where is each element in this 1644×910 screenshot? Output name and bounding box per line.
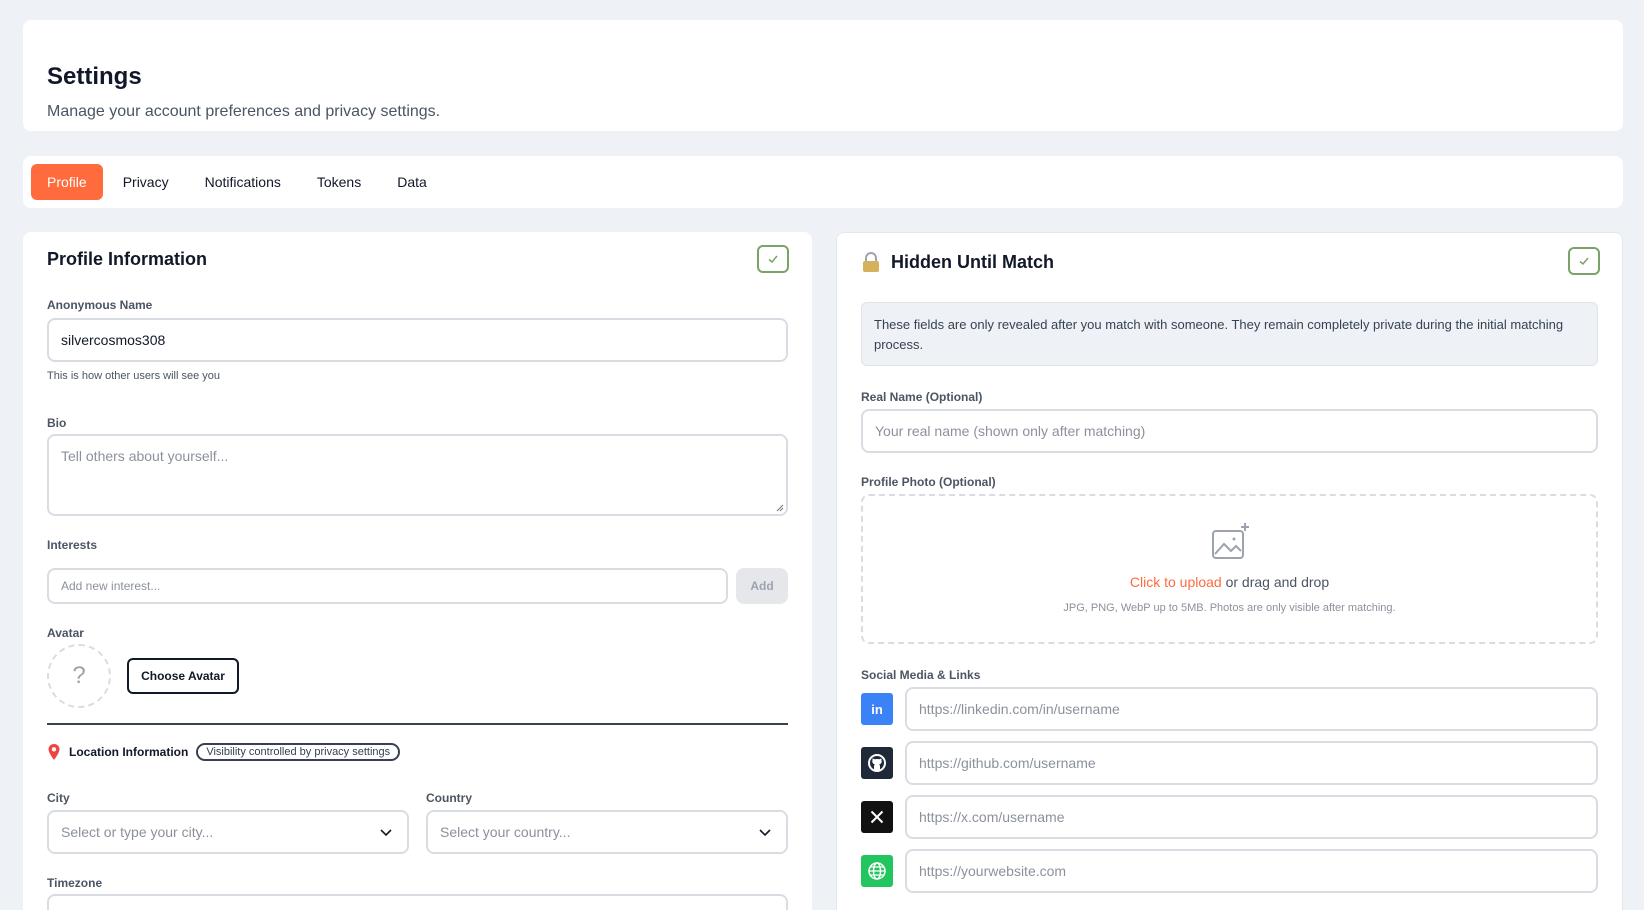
x-input[interactable]: https://x.com/username [905,795,1598,839]
linkedin-input[interactable]: https://linkedin.com/in/username [905,687,1598,731]
x-icon [861,801,893,833]
tab-privacy[interactable]: Privacy [107,164,185,200]
page-subtitle: Manage your account preferences and priv… [47,103,441,120]
add-interest-button[interactable]: Add [736,568,788,604]
hidden-section-header: Hidden Until Match [861,251,1054,273]
linkedin-placeholder: https://linkedin.com/in/username [919,701,1120,717]
hidden-section-title: Hidden Until Match [891,251,1054,272]
settings-tabs: Profile Privacy Notifications Tokens Dat… [23,156,1623,208]
upload-hint: JPG, PNG, WebP up to 5MB. Photos are onl… [1063,602,1396,614]
x-placeholder: https://x.com/username [919,809,1065,825]
linkedin-icon: in [861,693,893,725]
city-label: City [47,791,70,805]
chevron-down-icon [380,829,392,837]
location-header: Location Information Visibility controll… [47,743,401,761]
drag-drop-text: or drag and drop [1221,574,1330,590]
anon-name-value: silvercosmos308 [61,332,166,348]
lock-icon [863,252,879,272]
timezone-label: Timezone [47,876,103,890]
city-placeholder: Select or type your city... [61,824,214,840]
check-icon [1579,257,1589,266]
bio-textarea[interactable]: Tell others about yourself... [47,434,788,516]
real-name-label: Real Name (Optional) [861,390,983,404]
country-select[interactable]: Select your country... [426,810,788,854]
location-title: Location Information [69,745,189,759]
save-hidden-button[interactable] [1568,247,1600,275]
website-placeholder: https://yourwebsite.com [919,863,1067,879]
profile-information-card: Profile Information Anonymous Name silve… [23,232,812,910]
click-to-upload-link[interactable]: Click to upload [1130,574,1222,590]
github-input[interactable]: https://github.com/username [905,741,1598,785]
interest-placeholder: Add new interest... [61,579,161,593]
privacy-notice: These fields are only revealed after you… [861,302,1598,366]
photo-label: Profile Photo (Optional) [861,475,996,489]
city-select[interactable]: Select or type your city... [47,810,409,854]
check-icon [768,255,778,264]
profile-section-title: Profile Information [47,249,208,269]
interests-label: Interests [47,538,98,552]
website-input[interactable]: https://yourwebsite.com [905,849,1598,893]
tab-tokens[interactable]: Tokens [301,164,377,200]
choose-avatar-button[interactable]: Choose Avatar [127,658,239,694]
location-pin-icon [48,744,60,760]
real-name-placeholder: Your real name (shown only after matchin… [875,423,1146,439]
chevron-down-icon [759,829,771,837]
github-icon [861,747,893,779]
interest-input[interactable]: Add new interest... [47,568,728,604]
social-label: Social Media & Links [861,668,981,682]
image-upload-icon [1211,523,1249,559]
avatar-placeholder: ? [47,644,111,708]
upload-instruction: Click to upload or drag and drop [1130,574,1329,590]
anon-name-input[interactable]: silvercosmos308 [47,318,788,362]
anon-name-hint: This is how other users will see you [47,370,221,382]
save-profile-button[interactable] [757,245,789,273]
resize-handle-icon[interactable] [776,504,784,512]
tab-notifications[interactable]: Notifications [189,164,297,200]
tab-data[interactable]: Data [381,164,443,200]
real-name-input[interactable]: Your real name (shown only after matchin… [861,409,1598,453]
avatar-label: Avatar [47,626,84,640]
bio-label: Bio [47,416,67,430]
visibility-badge: Visibility controlled by privacy setting… [196,743,401,761]
section-divider [47,723,788,725]
github-placeholder: https://github.com/username [919,755,1096,771]
anon-name-label: Anonymous Name [47,298,153,312]
photo-dropzone[interactable]: Click to upload or drag and drop JPG, PN… [861,494,1598,644]
page-title: Settings [47,63,142,90]
bio-placeholder: Tell others about yourself... [61,448,229,464]
hidden-until-match-card: Hidden Until Match These fields are only… [836,232,1623,910]
timezone-select[interactable] [47,894,788,910]
country-placeholder: Select your country... [440,824,571,840]
tab-profile[interactable]: Profile [31,164,103,200]
country-label: Country [426,791,472,805]
globe-icon [861,855,893,887]
settings-header: Settings Manage your account preferences… [23,20,1623,131]
